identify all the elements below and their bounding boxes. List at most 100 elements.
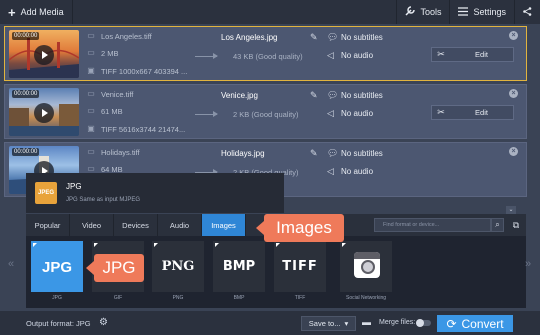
toolbar-divider: [71, 0, 73, 24]
subtitles-icon: 💬︎: [327, 90, 339, 100]
output-name[interactable]: Venice.jpg: [221, 91, 258, 100]
pencil-icon[interactable]: ✎: [310, 32, 318, 43]
edit-button[interactable]: ✂ Edit: [431, 105, 514, 120]
picture-icon: ▣: [87, 124, 95, 133]
audio-dropdown[interactable]: No audio: [341, 167, 373, 176]
tab-label: Popular: [34, 220, 61, 230]
picture-icon: ▣: [87, 66, 95, 75]
folder-icon: ▭: [87, 164, 95, 173]
settings-button[interactable]: Settings: [450, 0, 514, 24]
image-file-icon: ▭: [87, 147, 95, 156]
audio-dropdown[interactable]: No audio: [341, 109, 373, 118]
subtitles-dropdown[interactable]: No subtitles: [341, 149, 383, 158]
search-icon[interactable]: ⌕: [491, 218, 504, 232]
tab-devices[interactable]: Devices: [114, 214, 158, 236]
popup-title: JPG: [66, 182, 82, 191]
play-icon[interactable]: [34, 45, 54, 65]
file-thumbnail[interactable]: 00:00:00: [9, 88, 79, 136]
pencil-icon[interactable]: ✎: [310, 148, 318, 159]
close-icon[interactable]: ×: [509, 147, 518, 156]
output-name[interactable]: Los Angeles.jpg: [221, 33, 278, 42]
tab-popular[interactable]: Popular: [26, 214, 70, 236]
gear-icon[interactable]: ⚙: [99, 317, 108, 328]
file-row[interactable]: 00:00:00 ▭ Los Angeles.tiff ▭ 2 MB ▣ TIF…: [4, 26, 527, 81]
file-row[interactable]: 00:00:00 ▭ Venice.tiff ▭ 61 MB ▣ TIFF 56…: [4, 84, 527, 139]
image-file-icon: ▭: [87, 89, 95, 98]
tile-label: TIFF: [282, 259, 318, 274]
folder-icon: ▭: [87, 48, 95, 57]
format-tile-jpg[interactable]: JPG: [31, 241, 83, 292]
search-input[interactable]: [374, 218, 491, 232]
tools-button[interactable]: Tools: [397, 0, 449, 24]
popup-subtitle: JPG Same as input MJPEG: [66, 197, 141, 203]
corner-mark-icon: [33, 243, 37, 247]
chevron-down-icon: ▾: [344, 319, 349, 328]
share-button[interactable]: [515, 0, 540, 24]
convert-button[interactable]: ⟳ Convert: [437, 315, 513, 332]
plus-icon: +: [8, 4, 16, 20]
corner-mark-icon: [276, 243, 280, 247]
format-tile-bmp[interactable]: BMP: [213, 241, 265, 292]
subtitles-dropdown[interactable]: No subtitles: [341, 33, 383, 42]
file-meta: TIFF 5616x3744 21474...: [101, 125, 186, 134]
subtitles-dropdown[interactable]: No subtitles: [341, 91, 383, 100]
file-name: Los Angeles.tiff: [101, 32, 152, 41]
add-media-label: Add Media: [20, 7, 64, 17]
format-tile-social[interactable]: [340, 241, 392, 292]
duration-label: 00:00:00: [12, 32, 40, 40]
save-to-button[interactable]: Save to... ▾: [301, 316, 356, 331]
tab-images[interactable]: Images: [202, 214, 246, 236]
scroll-left-icon[interactable]: «: [8, 258, 14, 270]
images-callout: Images: [256, 214, 344, 242]
tab-label: Video: [81, 220, 102, 230]
callout-text: JPG: [102, 258, 136, 277]
duration-label: 00:00:00: [12, 90, 40, 98]
audio-dropdown[interactable]: No audio: [341, 51, 373, 60]
format-tile-tiff[interactable]: TIFF: [274, 241, 326, 292]
save-to-label: Save to...: [308, 319, 341, 328]
folder-icon[interactable]: ▬: [362, 317, 371, 327]
tab-video[interactable]: Video: [70, 214, 114, 236]
subtitles-icon: 💬︎: [327, 32, 339, 42]
image-file-icon: ▭: [87, 31, 95, 40]
instagram-icon: [354, 252, 380, 278]
convert-icon: ⟳: [446, 316, 457, 331]
play-icon[interactable]: [34, 103, 54, 123]
corner-mark-icon: [215, 243, 219, 247]
tile-label: BMP: [222, 259, 256, 274]
edit-label: Edit: [475, 108, 488, 117]
file-meta: TIFF 1000x667 403394 ...: [101, 67, 188, 76]
arrow-icon: [195, 53, 218, 59]
output-name[interactable]: Holidays.jpg: [221, 149, 265, 158]
main-toolbar: + Add Media Tools Settings: [0, 0, 540, 24]
subtitles-icon: 💬︎: [327, 148, 339, 158]
tile-caption: Social Networking: [345, 295, 387, 301]
tile-caption: TIFF: [294, 295, 306, 301]
file-size: 61 MB: [101, 107, 123, 116]
duration-label: 00:00:00: [12, 148, 40, 156]
corner-mark-icon: [154, 243, 158, 247]
file-thumbnail[interactable]: 00:00:00: [9, 30, 79, 78]
bottom-bar: Output format: JPG ⚙ Save to... ▾ ▬ Merg…: [0, 311, 540, 335]
output-size: 43 KB (Good quality): [233, 52, 303, 61]
tab-audio[interactable]: Audio: [158, 214, 202, 236]
close-icon[interactable]: ×: [509, 31, 518, 40]
tile-caption: BMP: [233, 295, 245, 301]
scissors-icon: ✂: [437, 107, 445, 117]
device-detect-icon[interactable]: ⧉: [506, 214, 526, 236]
tile-caption: GIF: [113, 295, 123, 301]
convert-label: Convert: [461, 316, 504, 331]
jpg-callout: JPG: [86, 254, 144, 282]
add-media-button[interactable]: + Add Media: [0, 0, 72, 24]
merge-files-toggle[interactable]: [416, 319, 431, 327]
scroll-right-icon[interactable]: »: [525, 258, 531, 270]
format-tile-png[interactable]: PNG: [152, 241, 204, 292]
pencil-icon[interactable]: ✎: [310, 90, 318, 101]
close-icon[interactable]: ×: [509, 89, 518, 98]
tile-caption: PNG: [172, 295, 184, 301]
jpg-format-icon: JPEG: [35, 182, 57, 204]
tab-label: Devices: [122, 220, 149, 230]
tile-label: JPG: [41, 259, 72, 276]
scissors-icon: ✂: [437, 49, 445, 59]
edit-button[interactable]: ✂ Edit: [431, 47, 514, 62]
